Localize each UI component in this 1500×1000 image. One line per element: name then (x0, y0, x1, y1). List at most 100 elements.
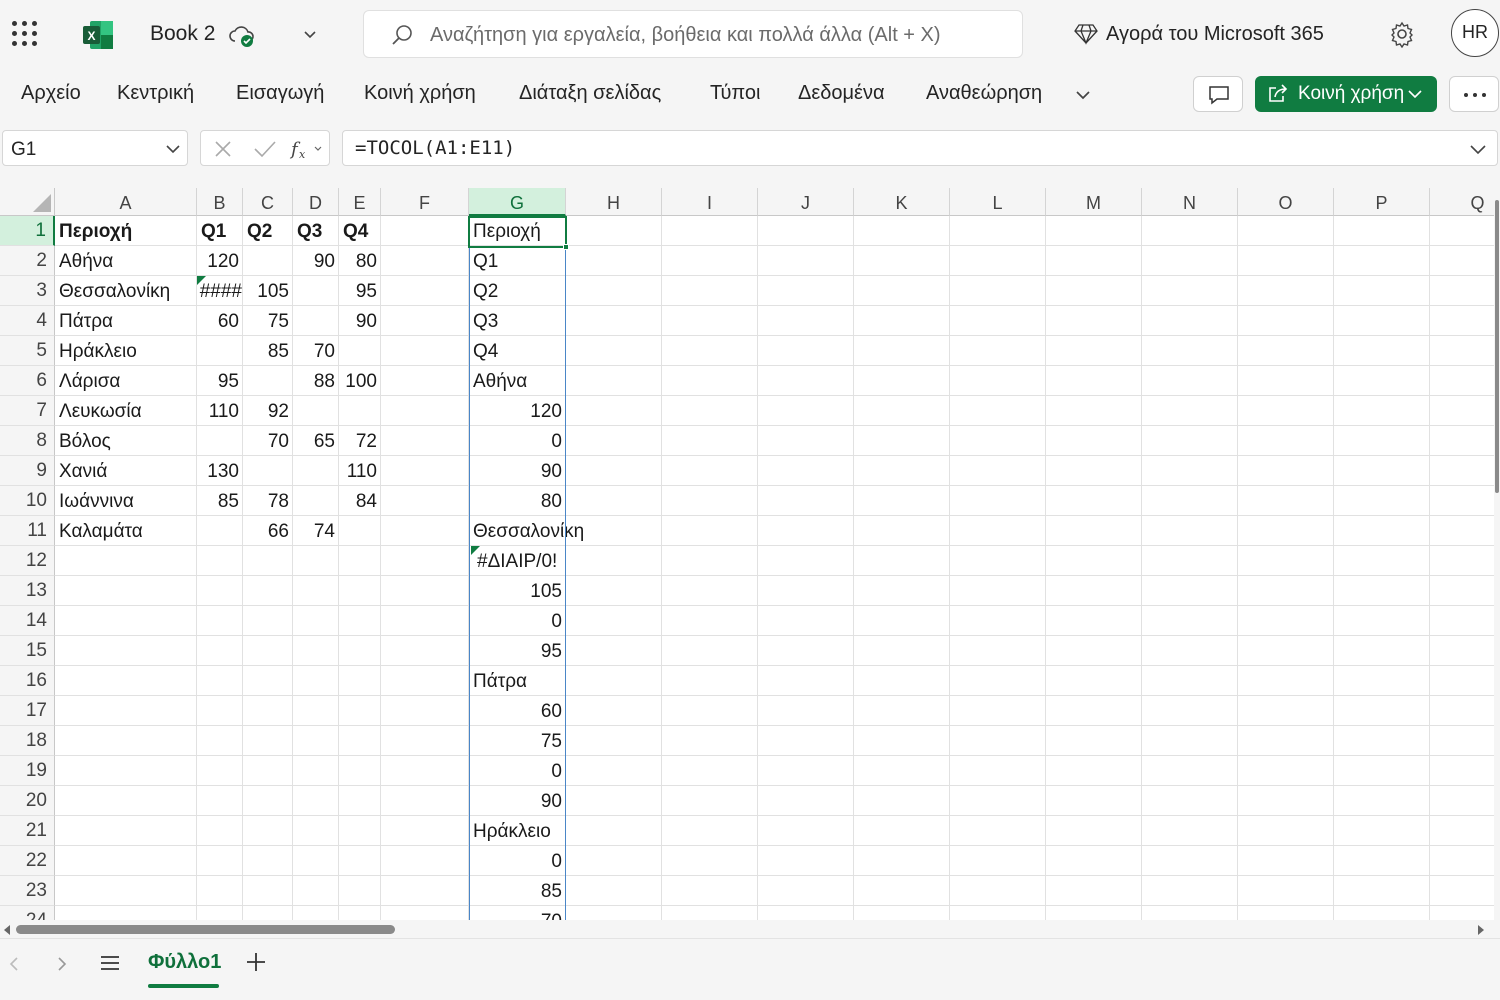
sheet-tab-active[interactable]: Φύλλο1 (148, 951, 221, 974)
column-header-k[interactable]: K (854, 188, 950, 216)
cell-g6[interactable]: Αθήνα (469, 366, 629, 396)
cell-g8[interactable]: 0 (469, 426, 566, 456)
cell-e10[interactable]: 84 (339, 486, 381, 516)
cell-d6[interactable]: 88 (293, 366, 339, 396)
cell-d2[interactable]: 90 (293, 246, 339, 276)
cell-e8[interactable]: 72 (339, 426, 381, 456)
search-input[interactable]: Αναζήτηση για εργαλεία, βοήθεια και πολλ… (363, 10, 1023, 58)
more-options-button[interactable] (1449, 76, 1499, 112)
cell-b4[interactable]: 60 (197, 306, 243, 336)
add-sheet-icon[interactable] (245, 951, 267, 973)
row-header-3[interactable]: 3 (0, 276, 55, 306)
cell-d1[interactable]: Q3 (293, 216, 339, 246)
cell-a11[interactable]: Καλαμάτα (55, 516, 197, 546)
chevron-down-icon[interactable] (165, 142, 181, 156)
cell-g18[interactable]: 75 (469, 726, 566, 756)
app-launcher-icon[interactable] (12, 21, 38, 47)
cell-a3[interactable]: Θεσσαλονίκη (55, 276, 197, 306)
tab-file[interactable]: Αρχείο (21, 82, 81, 105)
formula-input[interactable]: =TOCOL(A1:E11) (342, 130, 1498, 166)
column-header-j[interactable]: J (758, 188, 854, 216)
cell-g19[interactable]: 0 (469, 756, 566, 786)
cell-g22[interactable]: 0 (469, 846, 566, 876)
column-header-g[interactable]: G (469, 188, 566, 216)
cell-g1[interactable]: Περιοχή (469, 216, 629, 246)
chevron-down-icon[interactable] (302, 26, 318, 42)
row-header-20[interactable]: 20 (0, 786, 55, 816)
document-title[interactable]: Book 2 (150, 22, 215, 46)
cell-g11[interactable]: Θεσσαλονίκη (469, 516, 629, 546)
cancel-icon[interactable] (213, 139, 233, 159)
tab-page-layout[interactable]: Διάταξη σελίδας (519, 82, 661, 105)
cell-g2[interactable]: Q1 (469, 246, 629, 276)
all-sheets-menu-icon[interactable] (99, 953, 121, 973)
tab-review[interactable]: Αναθεώρηση (926, 82, 1042, 105)
cell-a8[interactable]: Βόλος (55, 426, 197, 456)
cell-g20[interactable]: 90 (469, 786, 566, 816)
avatar[interactable]: HR (1451, 9, 1499, 57)
cell-b6[interactable]: 95 (197, 366, 243, 396)
cell-e2[interactable]: 80 (339, 246, 381, 276)
row-header-7[interactable]: 7 (0, 396, 55, 426)
cell-e6[interactable]: 100 (339, 366, 381, 396)
column-header-l[interactable]: L (950, 188, 1046, 216)
vertical-scroll-thumb[interactable] (1495, 200, 1499, 493)
row-header-18[interactable]: 18 (0, 726, 55, 756)
cell-e9[interactable]: 110 (339, 456, 381, 486)
tab-share[interactable]: Κοινή χρήση (364, 82, 476, 105)
cell-c10[interactable]: 78 (243, 486, 293, 516)
cell-e4[interactable]: 90 (339, 306, 381, 336)
column-header-p[interactable]: P (1334, 188, 1430, 216)
cell-a1[interactable]: Περιοχή (55, 216, 197, 246)
cell-b9[interactable]: 130 (197, 456, 243, 486)
cell-a7[interactable]: Λευκωσία (55, 396, 197, 426)
row-header-24[interactable]: 24 (0, 906, 55, 920)
cell-d11[interactable]: 74 (293, 516, 339, 546)
cell-a9[interactable]: Χανιά (55, 456, 197, 486)
gear-icon[interactable] (1388, 20, 1416, 48)
cell-g9[interactable]: 90 (469, 456, 566, 486)
insert-function-icon[interactable]: f x (289, 137, 325, 161)
row-header-19[interactable]: 19 (0, 756, 55, 786)
cell-b2[interactable]: 120 (197, 246, 243, 276)
row-header-4[interactable]: 4 (0, 306, 55, 336)
row-header-10[interactable]: 10 (0, 486, 55, 516)
cell-e3[interactable]: 95 (339, 276, 381, 306)
column-header-q[interactable]: Q (1430, 188, 1494, 216)
share-button[interactable]: Κοινή χρήση (1255, 76, 1437, 112)
enter-check-icon[interactable] (253, 139, 277, 159)
cell-b10[interactable]: 85 (197, 486, 243, 516)
tab-formulas[interactable]: Τύποι (710, 82, 761, 105)
cell-d8[interactable]: 65 (293, 426, 339, 456)
fill-handle[interactable] (563, 244, 569, 250)
worksheet-grid[interactable]: A B C D E F G H I J K L M N O P Q 1 2 3 4 5 6 7 8 9 10 11 12 13 14 15 16… (0, 188, 1494, 920)
tab-home[interactable]: Κεντρική (117, 82, 194, 105)
name-box[interactable]: G1 (2, 130, 188, 166)
row-header-17[interactable]: 17 (0, 696, 55, 726)
row-header-13[interactable]: 13 (0, 576, 55, 606)
cell-a6[interactable]: Λάρισα (55, 366, 197, 396)
cell-b1[interactable]: Q1 (197, 216, 243, 246)
cell-g7[interactable]: 120 (469, 396, 566, 426)
row-header-12[interactable]: 12 (0, 546, 55, 576)
cell-e1[interactable]: Q4 (339, 216, 381, 246)
row-header-14[interactable]: 14 (0, 606, 55, 636)
column-header-d[interactable]: D (293, 188, 339, 216)
comments-button[interactable] (1193, 76, 1243, 112)
column-header-e[interactable]: E (339, 188, 381, 216)
cell-g4[interactable]: Q3 (469, 306, 629, 336)
column-header-b[interactable]: B (197, 188, 243, 216)
cell-b7[interactable]: 110 (197, 396, 243, 426)
row-header-5[interactable]: 5 (0, 336, 55, 366)
cell-c7[interactable]: 92 (243, 396, 293, 426)
cell-c11[interactable]: 66 (243, 516, 293, 546)
row-header-22[interactable]: 22 (0, 846, 55, 876)
cell-g12[interactable]: #ΔΙΑΙΡ/0! (469, 546, 629, 576)
cell-g21[interactable]: Ηράκλειο (469, 816, 629, 846)
column-header-o[interactable]: O (1238, 188, 1334, 216)
column-header-h[interactable]: H (566, 188, 662, 216)
cell-g23[interactable]: 85 (469, 876, 566, 906)
row-header-8[interactable]: 8 (0, 426, 55, 456)
cell-g13[interactable]: 105 (469, 576, 566, 606)
cell-g5[interactable]: Q4 (469, 336, 629, 366)
